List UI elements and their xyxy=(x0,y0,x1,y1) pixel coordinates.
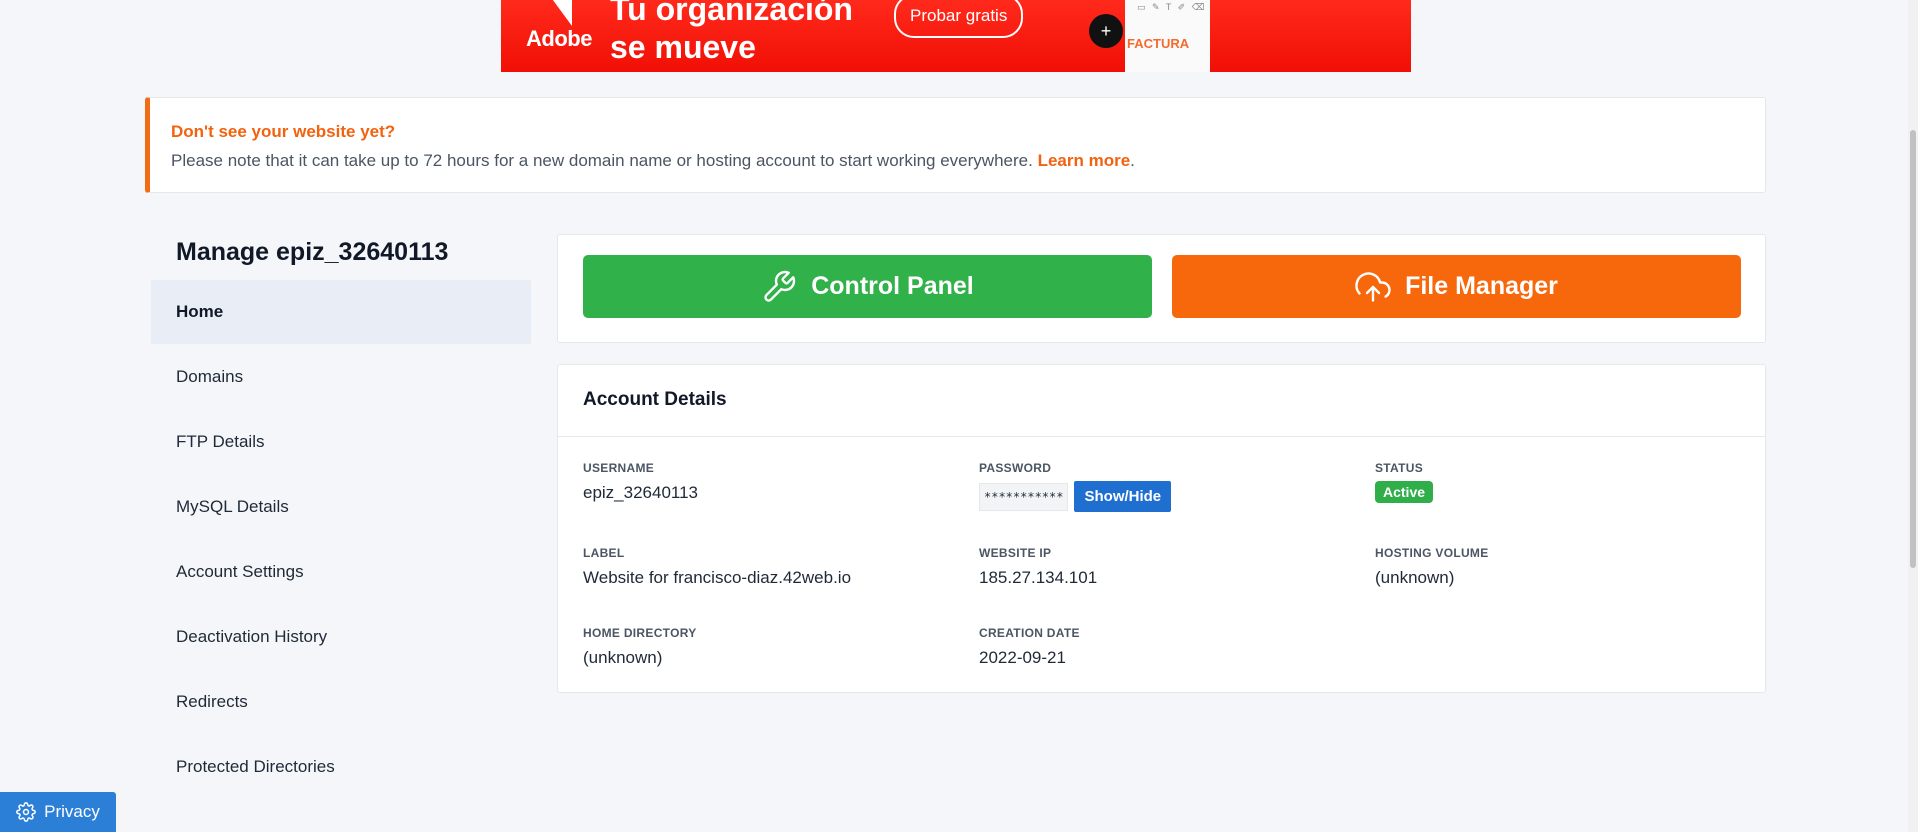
sidebar-item-deactivation-history[interactable]: Deactivation History xyxy=(151,605,531,669)
account-details-header: Account Details xyxy=(558,365,1765,437)
sidebar-item-domains[interactable]: Domains xyxy=(151,345,531,409)
notice-trail: . xyxy=(1130,151,1135,170)
adobe-logo-mark xyxy=(542,0,572,26)
password-masked: *********** xyxy=(979,482,1069,511)
sidebar-item-home[interactable]: Home xyxy=(151,280,531,344)
sidebar-item-account-settings[interactable]: Account Settings xyxy=(151,540,531,604)
gear-icon xyxy=(16,802,36,822)
account-details-card: Account Details USERNAME epiz_32640113 P… xyxy=(557,364,1766,693)
ad-headline: Tu organización se mueve xyxy=(610,0,853,66)
creation-date-label: CREATION DATE xyxy=(979,626,1080,640)
scrollbar-thumb[interactable] xyxy=(1910,130,1916,568)
label-label: LABEL xyxy=(583,546,625,560)
privacy-label: Privacy xyxy=(44,802,100,821)
ad-cta-button[interactable]: Probar gratis xyxy=(894,0,1024,38)
privacy-button[interactable]: Privacy xyxy=(0,792,116,832)
ad-document-preview: ▭ ✎ T ✐ ⌫ FACTURA xyxy=(1125,0,1210,72)
show-hide-password-button[interactable]: Show/Hide xyxy=(1074,481,1172,512)
file-manager-button[interactable]: File Manager xyxy=(1172,255,1741,318)
sidebar-item-mysql-details[interactable]: MySQL Details xyxy=(151,475,531,539)
page-scrollbar[interactable] xyxy=(1908,0,1918,832)
sidebar-item-redirects[interactable]: Redirects xyxy=(151,670,531,734)
notice-title: Don't see your website yet? xyxy=(171,122,396,141)
username-field: USERNAME epiz_32640113 xyxy=(583,461,698,503)
status-field: STATUS Active xyxy=(1375,461,1434,503)
notice-body: Please note that it can take up to 72 ho… xyxy=(171,151,1033,170)
ad-doc-title: FACTURA xyxy=(1127,36,1190,51)
notice-text: Please note that it can take up to 72 ho… xyxy=(171,151,1135,171)
account-details-title: Account Details xyxy=(583,389,727,410)
username-label: USERNAME xyxy=(583,461,655,475)
sidebar-item-ftp-details[interactable]: FTP Details xyxy=(151,410,531,474)
hosting-volume-label: HOSTING VOLUME xyxy=(1375,546,1489,560)
password-field: PASSWORD *********** Show/Hide xyxy=(979,461,1172,512)
creation-date-field: CREATION DATE 2022-09-21 xyxy=(979,626,1080,668)
cloud-upload-icon xyxy=(1355,271,1391,302)
action-buttons-card: Control Panel File Manager xyxy=(557,234,1766,343)
home-directory-field: HOME DIRECTORY (unknown) xyxy=(583,626,697,668)
creation-date-value: 2022-09-21 xyxy=(979,648,1066,667)
website-ip-label: WEBSITE IP xyxy=(979,546,1052,560)
plus-icon: + xyxy=(1089,14,1123,48)
home-directory-value: (unknown) xyxy=(583,648,663,667)
sidebar-item-protected-directories[interactable]: Protected Directories xyxy=(151,735,531,799)
label-field: LABEL Website for francisco-diaz.42web.i… xyxy=(583,546,851,588)
status-label: STATUS xyxy=(1375,461,1424,475)
hosting-volume-field: HOSTING VOLUME (unknown) xyxy=(1375,546,1489,588)
password-label: PASSWORD xyxy=(979,461,1052,475)
control-panel-button[interactable]: Control Panel xyxy=(583,255,1152,318)
ad-banner[interactable]: Adobe Tu organización se mueve Probar gr… xyxy=(501,0,1411,72)
wrench-icon xyxy=(764,270,796,302)
ad-doc-toolbar: ▭ ✎ T ✐ ⌫ xyxy=(1137,2,1207,12)
ad-headline-line1: Tu organización xyxy=(610,0,853,27)
adobe-logo-text: Adobe xyxy=(526,26,592,51)
file-manager-label: File Manager xyxy=(1405,272,1558,300)
website-ip-field: WEBSITE IP 185.27.134.101 xyxy=(979,546,1097,588)
website-ip-value: 185.27.134.101 xyxy=(979,568,1098,587)
ad-headline-line2: se mueve xyxy=(610,29,756,65)
notice-banner: Don't see your website yet? Please note … xyxy=(145,97,1766,193)
adobe-logo: Adobe xyxy=(526,0,592,56)
username-value: epiz_32640113 xyxy=(583,483,699,502)
learn-more-link[interactable]: Learn more xyxy=(1038,151,1131,170)
label-value: Website for francisco-diaz.42web.io xyxy=(583,568,852,587)
hosting-volume-value: (unknown) xyxy=(1375,568,1455,587)
page-title: Manage epiz_32640113 xyxy=(176,238,449,266)
status-badge: Active xyxy=(1375,481,1434,503)
home-directory-label: HOME DIRECTORY xyxy=(583,626,697,640)
control-panel-label: Control Panel xyxy=(811,272,974,300)
